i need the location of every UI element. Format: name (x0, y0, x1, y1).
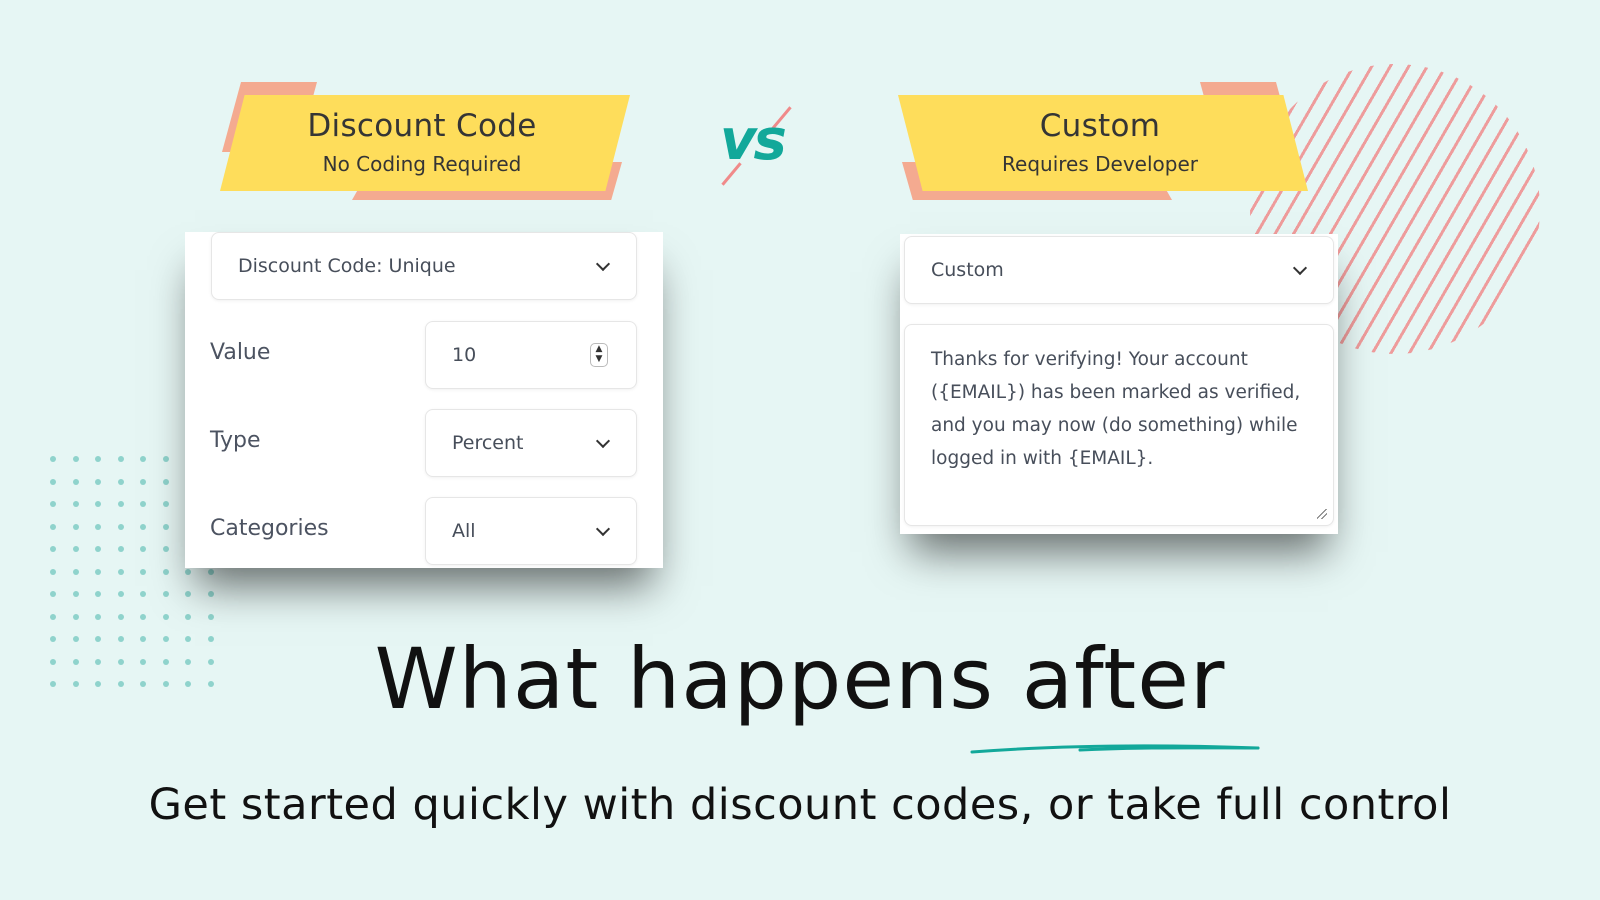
banner-title: Custom (1039, 108, 1161, 144)
dot-decoration (207, 568, 214, 575)
message-line: Thanks for verifying! Your account (931, 349, 1248, 370)
dot-decoration (162, 546, 169, 552)
type-select[interactable]: Percent (425, 409, 637, 477)
categories-select[interactable]: All (425, 497, 637, 565)
discount-code-banner: Discount Code No Coding Required (212, 82, 632, 202)
custom-message-textarea[interactable]: Thanks for verifying! Your account ({EMA… (904, 324, 1334, 526)
dot-decoration (207, 613, 214, 620)
dot-decoration (162, 568, 169, 575)
dot-decoration (95, 456, 101, 462)
dot-decoration (117, 456, 124, 462)
number-stepper-icon[interactable]: ▲ ▼ (590, 343, 608, 367)
dot-decoration (95, 501, 101, 507)
dot-decoration (50, 501, 56, 507)
dot-decoration (117, 501, 124, 507)
dot-decoration (162, 478, 169, 485)
page-subheadline: Get started quickly with discount codes,… (148, 780, 1452, 830)
dot-decoration (140, 613, 146, 620)
dot-decoration (95, 523, 101, 530)
banner-title: Discount Code (307, 108, 537, 144)
dot-decoration (50, 568, 56, 575)
vs-mark: vs (718, 106, 808, 188)
discount-code-panel: Discount Code: Unique Value 10 ▲ ▼ Type P… (185, 232, 663, 568)
dot-decoration (72, 501, 79, 507)
discount-type-select[interactable]: Discount Code: Unique (211, 232, 637, 300)
custom-panel: Custom Thanks for verifying! Your accoun… (900, 234, 1338, 534)
message-line: logged in with {EMAIL}. (931, 448, 1154, 469)
headline-underline-decoration (970, 744, 1260, 754)
dot-decoration (117, 546, 124, 552)
dot-decoration (162, 523, 169, 530)
message-line: ({EMAIL}) has been marked as verified, (931, 382, 1301, 403)
dot-decoration (95, 568, 101, 575)
value-input-text: 10 (452, 344, 477, 366)
type-label: Type (210, 428, 261, 453)
dot-decoration (72, 546, 79, 552)
message-line: and you may now (do something) while (931, 415, 1298, 436)
dot-decoration (72, 591, 79, 597)
dot-decoration (140, 568, 146, 575)
dot-decoration (50, 523, 56, 530)
dot-decoration (50, 478, 56, 485)
dot-decoration (117, 523, 124, 530)
value-input[interactable]: 10 ▲ ▼ (425, 321, 637, 389)
dot-decoration (162, 456, 169, 462)
dot-decoration (72, 568, 79, 575)
dot-decoration (117, 591, 124, 597)
dot-decoration (117, 613, 124, 620)
dot-decoration (162, 591, 169, 597)
dot-decoration (95, 591, 101, 597)
dot-decoration (50, 456, 56, 462)
dot-decoration (185, 613, 191, 620)
dot-decoration (72, 456, 79, 462)
dot-decoration (185, 591, 191, 597)
dot-decoration (50, 591, 56, 597)
type-select-value: Percent (452, 432, 524, 454)
banner-subtitle: Requires Developer (1002, 152, 1198, 176)
banner-subtitle: No Coding Required (322, 152, 522, 176)
dot-decoration (95, 546, 101, 552)
custom-type-select-value: Custom (931, 259, 1004, 281)
dot-decoration (50, 613, 56, 620)
vs-label: vs (720, 108, 787, 173)
dot-decoration (72, 523, 79, 530)
discount-type-select-value: Discount Code: Unique (238, 255, 456, 277)
dot-decoration (207, 591, 214, 597)
page-headline: What happens after (374, 630, 1226, 728)
custom-banner: Custom Requires Developer (890, 82, 1310, 202)
chevron-down-icon (595, 521, 611, 537)
dot-decoration (140, 591, 146, 597)
chevron-down-icon (595, 256, 611, 272)
resize-handle-icon[interactable] (1317, 509, 1327, 519)
dot-decoration (72, 613, 79, 620)
dot-decoration (162, 501, 169, 507)
custom-message-text: Thanks for verifying! Your account ({EMA… (931, 343, 1309, 475)
dot-decoration (140, 456, 146, 462)
dot-decoration (50, 546, 56, 552)
dot-decoration (72, 478, 79, 485)
dot-decoration (117, 568, 124, 575)
dot-decoration (140, 501, 146, 507)
dot-decoration (95, 613, 101, 620)
categories-select-value: All (452, 520, 476, 542)
dot-decoration (95, 478, 101, 485)
dot-decoration (162, 613, 169, 620)
dot-decoration (140, 546, 146, 552)
value-label: Value (210, 340, 271, 365)
chevron-down-icon (1292, 260, 1308, 276)
dot-decoration (140, 478, 146, 485)
dot-decoration (117, 478, 124, 485)
chevron-down-icon (595, 433, 611, 449)
categories-label: Categories (210, 516, 329, 541)
custom-type-select[interactable]: Custom (904, 236, 1334, 304)
dot-decoration (185, 568, 191, 575)
dot-decoration (140, 523, 146, 530)
